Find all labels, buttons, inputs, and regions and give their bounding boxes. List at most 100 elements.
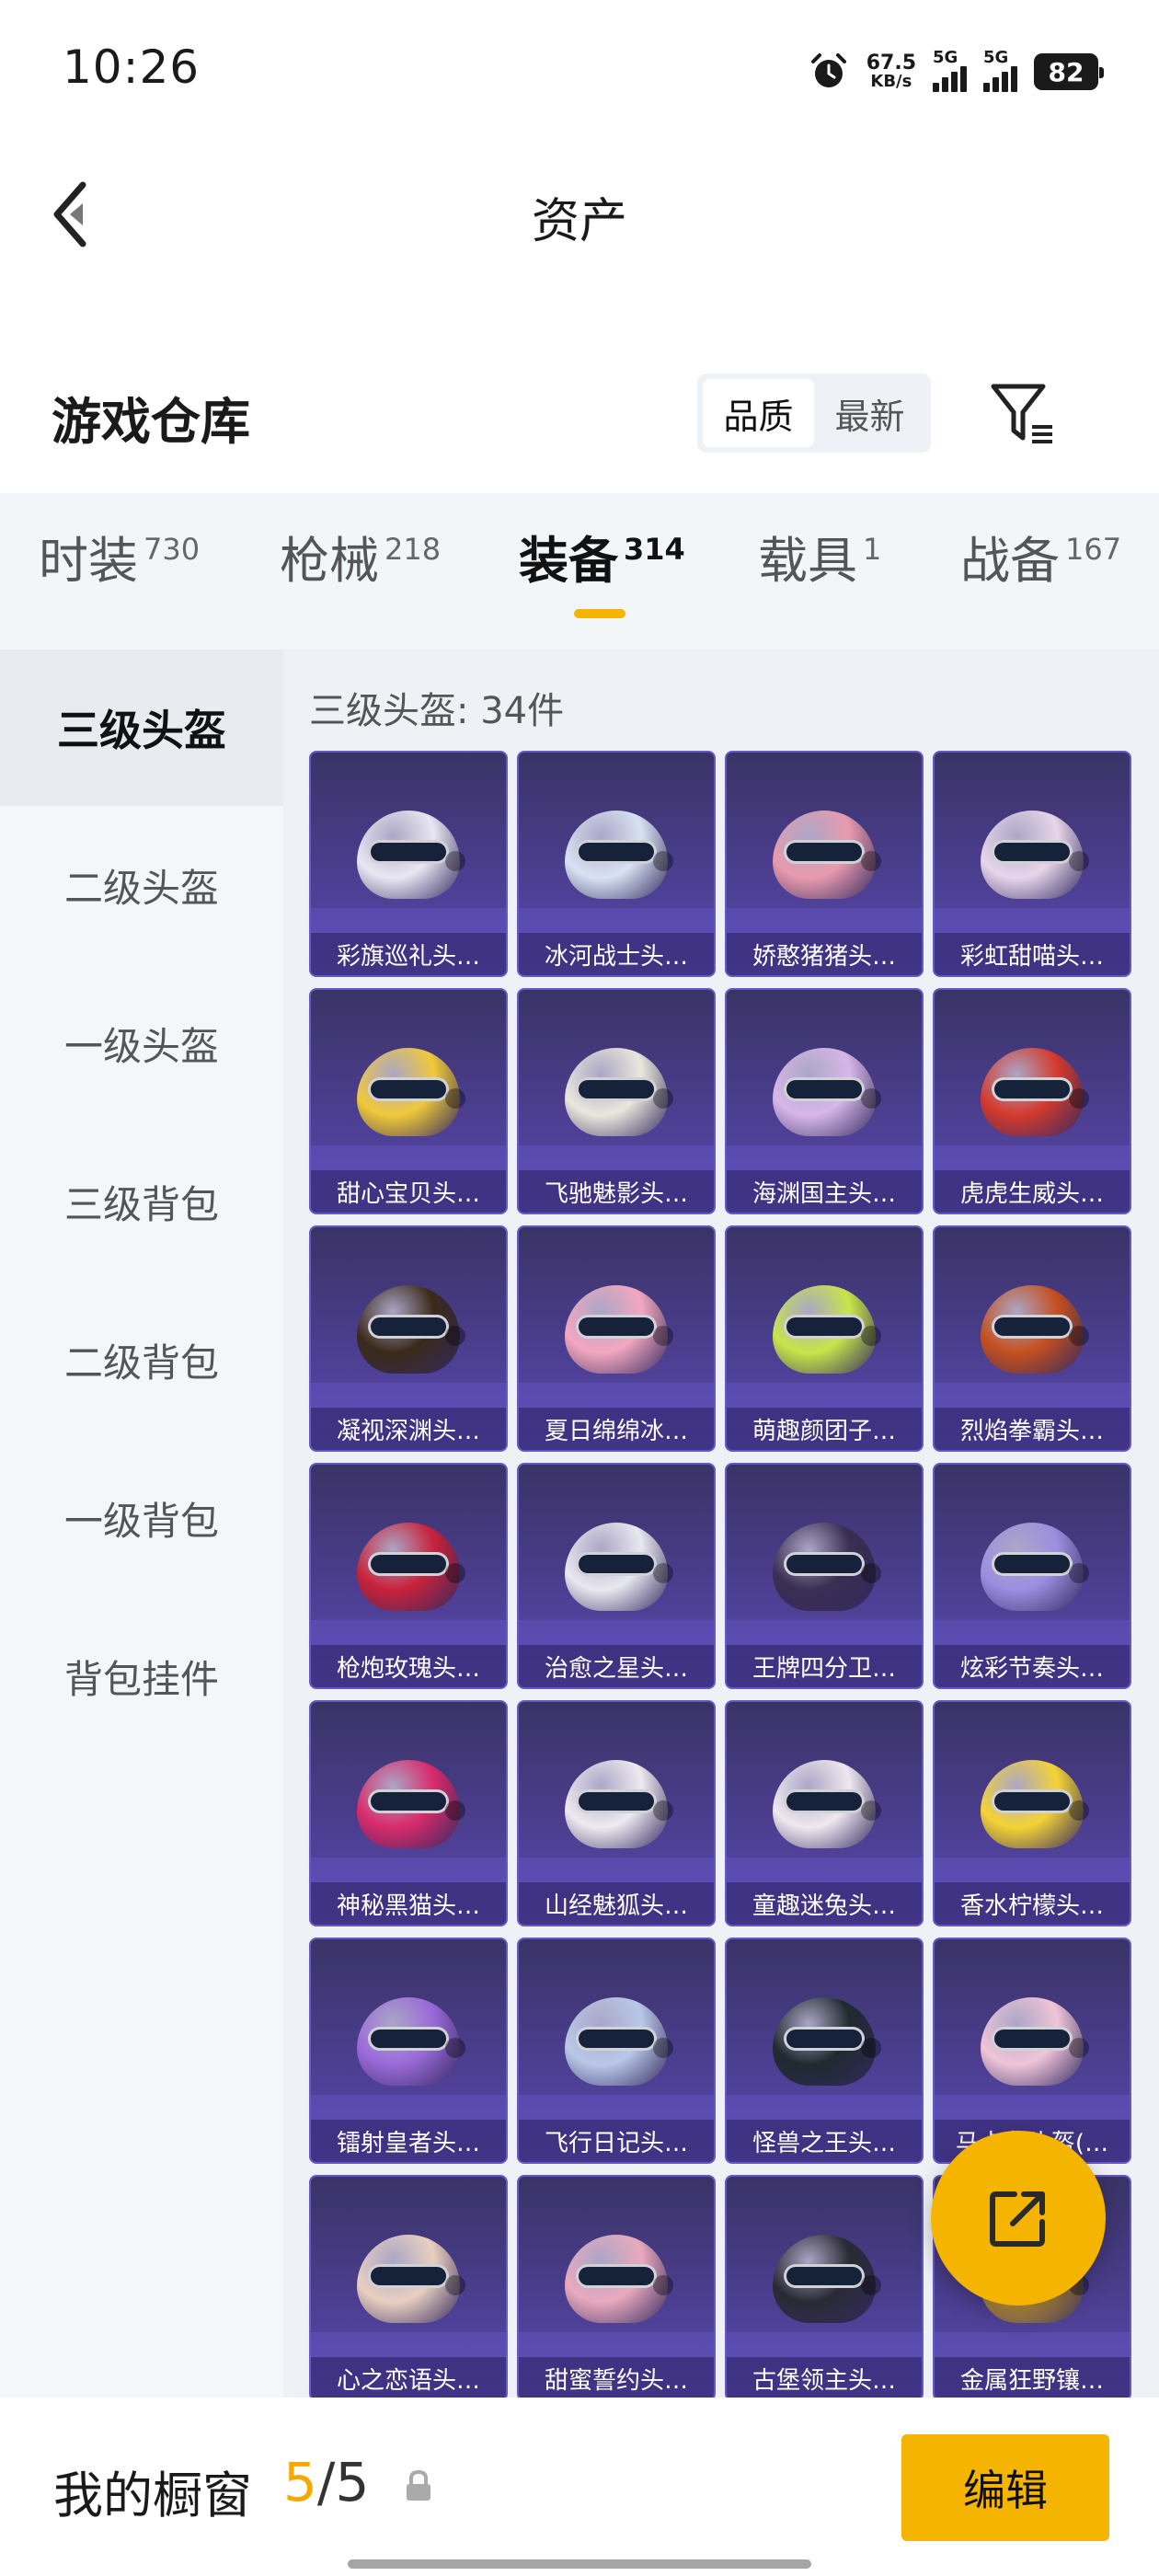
edit-button[interactable]: 编辑 <box>901 2434 1109 2541</box>
helmet-image <box>767 1753 881 1856</box>
helmet-image <box>767 803 881 906</box>
status-icons: 67.5 KB/s 5G 5G 82 <box>808 46 1104 98</box>
helmet-ear <box>1069 1800 1089 1822</box>
item-card[interactable]: 古堡领主头… <box>725 2175 924 2398</box>
showcase-label: 我的橱窗 <box>53 2467 252 2524</box>
item-card[interactable]: 凝视深渊头… <box>309 1225 508 1452</box>
helmet-image <box>351 1515 465 1618</box>
item-name: 神秘黑猫头… <box>311 1882 506 1925</box>
helmet-ear <box>861 851 881 872</box>
item-name: 心之恋语头… <box>311 2357 506 2398</box>
item-card[interactable]: 山经魅狐头… <box>517 1700 716 1926</box>
item-card[interactable]: 炫彩节奏头… <box>933 1463 1131 1689</box>
item-card[interactable]: 夏日绵绵冰… <box>517 1225 716 1452</box>
item-card[interactable]: 彩旗巡礼头… <box>309 751 508 977</box>
item-card[interactable]: 冰河战士头… <box>517 751 716 977</box>
item-card[interactable]: 心之恋语头… <box>309 2175 508 2398</box>
sidebar-item-level3-helmet[interactable]: 三级头盔 <box>0 650 283 806</box>
item-card[interactable]: 萌趣颜团子… <box>725 1225 924 1452</box>
helmet-visor <box>368 1789 449 1814</box>
sort-toggle: 品质 最新 <box>697 374 931 453</box>
item-name: 萌趣颜团子… <box>727 1408 922 1450</box>
tab-guns[interactable]: 枪械 218 <box>280 532 441 588</box>
tab-vehicles[interactable]: 载具 1 <box>758 532 881 588</box>
item-name: 凝视深渊头… <box>311 1408 506 1450</box>
helmet-visor <box>784 2264 865 2289</box>
helmet-visor <box>576 840 657 865</box>
sidebar-item-level1-helmet[interactable]: 一级头盔 <box>0 964 283 1122</box>
helmet-visor <box>368 1077 449 1102</box>
item-card[interactable]: 马卡龙头盔(… <box>933 1938 1131 2164</box>
item-card[interactable]: 童趣迷兔头… <box>725 1700 924 1926</box>
item-card[interactable]: 治愈之星头… <box>517 1463 716 1689</box>
helmet-visor <box>784 1315 865 1340</box>
sidebar-item-backpack-charm[interactable]: 背包挂件 <box>0 1597 283 1755</box>
item-name: 古堡领主头… <box>727 2357 922 2398</box>
inventory-body: 三级头盔 二级头盔 一级头盔 三级背包 二级背包 一级背包 背包挂件 三级头盔:… <box>0 650 1159 2398</box>
battery-icon: 82 <box>1034 53 1104 90</box>
sidebar-item-level1-backpack[interactable]: 一级背包 <box>0 1439 283 1597</box>
item-card[interactable]: 虎虎生威头… <box>933 988 1131 1214</box>
item-card[interactable]: 彩虹甜喵头… <box>933 751 1131 977</box>
tab-equipment[interactable]: 装备 314 <box>519 532 685 588</box>
sidebar-item-level3-backpack[interactable]: 三级背包 <box>0 1122 283 1281</box>
item-name: 炫彩节奏头… <box>935 1645 1130 1687</box>
showcase-separator: / <box>316 2451 336 2513</box>
share-button[interactable] <box>931 2131 1106 2306</box>
helmet-image <box>975 1278 1089 1381</box>
item-name: 治愈之星头… <box>519 1645 714 1687</box>
tab-supplies[interactable]: 战备 167 <box>960 532 1121 588</box>
sidebar-item-level2-backpack[interactable]: 二级背包 <box>0 1281 283 1439</box>
helmet-ear <box>653 2275 673 2296</box>
item-card[interactable]: 甜蜜誓约头… <box>517 2175 716 2398</box>
signal-icon-sim2: 5G <box>983 48 1017 92</box>
item-card[interactable]: 王牌四分卫… <box>725 1463 924 1689</box>
helmet-image <box>351 2227 465 2330</box>
item-card[interactable]: 烈焰拳霸头… <box>933 1225 1131 1452</box>
sidebar-item-level2-helmet[interactable]: 二级头盔 <box>0 806 283 964</box>
sort-option-newest[interactable]: 最新 <box>814 379 925 447</box>
item-name: 金属狂野镶… <box>935 2357 1130 2398</box>
helmet-visor <box>368 840 449 865</box>
helmet-ear <box>1069 851 1089 872</box>
item-card[interactable]: 镭射皇者头… <box>309 1938 508 2164</box>
helmet-ear <box>653 1088 673 1110</box>
filter-icon[interactable] <box>986 377 1060 451</box>
item-card[interactable]: 飞驰魅影头… <box>517 988 716 1214</box>
helmet-ear <box>861 1800 881 1822</box>
helmet-image <box>559 1990 673 2093</box>
item-card[interactable]: 甜心宝贝头… <box>309 988 508 1214</box>
helmet-image <box>351 1990 465 2093</box>
item-card[interactable]: 怪兽之王头… <box>725 1938 924 2164</box>
helmet-visor <box>576 2027 657 2052</box>
showcase-current: 5 <box>283 2451 317 2513</box>
tab-fashion[interactable]: 时装 730 <box>39 532 200 588</box>
helmet-image <box>559 803 673 906</box>
item-card[interactable]: 飞行日记头… <box>517 1938 716 2164</box>
helmet-ear <box>861 2275 881 2296</box>
item-name: 山经魅狐头… <box>519 1882 714 1925</box>
network-speed: 67.5 KB/s <box>866 52 916 91</box>
helmet-visor <box>576 1077 657 1102</box>
nav-header: 资产 <box>0 138 1159 285</box>
signal-icon-sim1: 5G <box>933 48 967 92</box>
item-card[interactable]: 枪炮玫瑰头… <box>309 1463 508 1689</box>
item-count-label: 三级头盔: 34件 <box>309 690 565 732</box>
helmet-visor <box>784 1552 865 1577</box>
item-card[interactable]: 娇憨猪猪头… <box>725 751 924 977</box>
showcase-bar: 我的橱窗 5 / 5 编辑 <box>0 2398 1159 2576</box>
helmet-ear <box>653 1563 673 1584</box>
section-title: 游戏仓库 <box>52 393 250 451</box>
page-title: 资产 <box>531 194 627 249</box>
item-name: 冰河战士头… <box>519 933 714 975</box>
item-card[interactable]: 海渊国主头… <box>725 988 924 1214</box>
helmet-visor <box>576 1552 657 1577</box>
item-card[interactable]: 神秘黑猫头… <box>309 1700 508 1926</box>
item-name: 童趣迷兔头… <box>727 1882 922 1925</box>
sort-option-quality[interactable]: 品质 <box>703 379 814 447</box>
item-name: 海渊国主头… <box>727 1170 922 1213</box>
helmet-ear <box>445 2275 465 2296</box>
item-card[interactable]: 香水柠檬头… <box>933 1700 1131 1926</box>
item-name: 烈焰拳霸头… <box>935 1408 1130 1450</box>
active-tab-indicator <box>574 609 625 618</box>
